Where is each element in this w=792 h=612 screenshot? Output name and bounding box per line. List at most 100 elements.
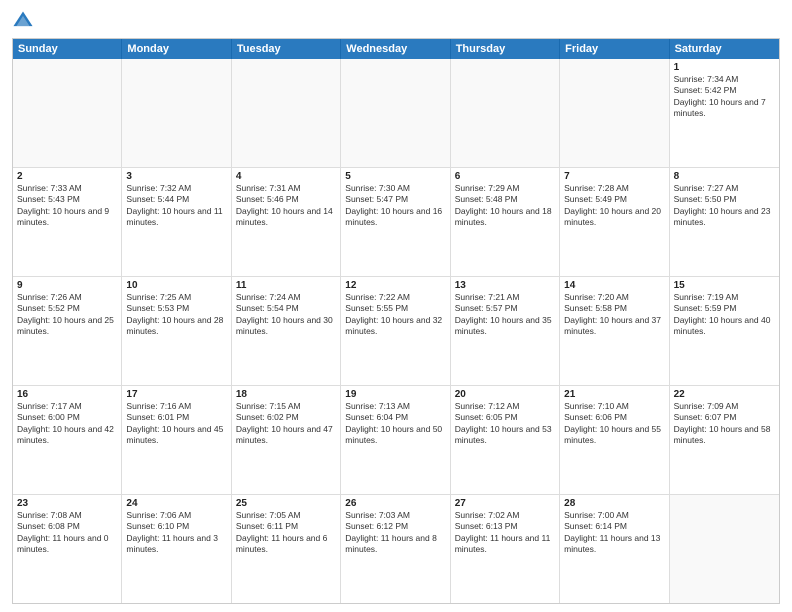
day-info: Sunrise: 7:19 AM Sunset: 5:59 PM Dayligh… (674, 292, 775, 338)
cal-cell (670, 495, 779, 603)
day-info: Sunrise: 7:27 AM Sunset: 5:50 PM Dayligh… (674, 183, 775, 229)
cal-cell: 3Sunrise: 7:32 AM Sunset: 5:44 PM Daylig… (122, 168, 231, 276)
day-number: 28 (564, 498, 664, 509)
day-info: Sunrise: 7:34 AM Sunset: 5:42 PM Dayligh… (674, 74, 775, 120)
page: SundayMondayTuesdayWednesdayThursdayFrid… (0, 0, 792, 612)
cal-cell: 11Sunrise: 7:24 AM Sunset: 5:54 PM Dayli… (232, 277, 341, 385)
day-info: Sunrise: 7:26 AM Sunset: 5:52 PM Dayligh… (17, 292, 117, 338)
calendar-header: SundayMondayTuesdayWednesdayThursdayFrid… (13, 39, 779, 59)
weekday-header-tuesday: Tuesday (232, 39, 341, 59)
cal-cell (451, 59, 560, 167)
cal-cell: 15Sunrise: 7:19 AM Sunset: 5:59 PM Dayli… (670, 277, 779, 385)
cal-cell (13, 59, 122, 167)
day-number: 7 (564, 171, 664, 182)
day-number: 17 (126, 389, 226, 400)
cal-cell: 27Sunrise: 7:02 AM Sunset: 6:13 PM Dayli… (451, 495, 560, 603)
day-info: Sunrise: 7:28 AM Sunset: 5:49 PM Dayligh… (564, 183, 664, 229)
logo (12, 10, 38, 32)
day-info: Sunrise: 7:29 AM Sunset: 5:48 PM Dayligh… (455, 183, 555, 229)
cal-row-3: 16Sunrise: 7:17 AM Sunset: 6:00 PM Dayli… (13, 386, 779, 495)
header (12, 10, 780, 32)
cal-cell: 8Sunrise: 7:27 AM Sunset: 5:50 PM Daylig… (670, 168, 779, 276)
day-number: 21 (564, 389, 664, 400)
day-number: 27 (455, 498, 555, 509)
day-info: Sunrise: 7:22 AM Sunset: 5:55 PM Dayligh… (345, 292, 445, 338)
cal-cell: 24Sunrise: 7:06 AM Sunset: 6:10 PM Dayli… (122, 495, 231, 603)
day-info: Sunrise: 7:16 AM Sunset: 6:01 PM Dayligh… (126, 401, 226, 447)
day-info: Sunrise: 7:25 AM Sunset: 5:53 PM Dayligh… (126, 292, 226, 338)
calendar: SundayMondayTuesdayWednesdayThursdayFrid… (12, 38, 780, 604)
cal-cell: 19Sunrise: 7:13 AM Sunset: 6:04 PM Dayli… (341, 386, 450, 494)
cal-cell: 5Sunrise: 7:30 AM Sunset: 5:47 PM Daylig… (341, 168, 450, 276)
day-number: 26 (345, 498, 445, 509)
cal-row-4: 23Sunrise: 7:08 AM Sunset: 6:08 PM Dayli… (13, 495, 779, 603)
cal-cell (560, 59, 669, 167)
weekday-header-saturday: Saturday (670, 39, 779, 59)
day-number: 23 (17, 498, 117, 509)
day-info: Sunrise: 7:12 AM Sunset: 6:05 PM Dayligh… (455, 401, 555, 447)
cal-cell: 23Sunrise: 7:08 AM Sunset: 6:08 PM Dayli… (13, 495, 122, 603)
cal-cell: 18Sunrise: 7:15 AM Sunset: 6:02 PM Dayli… (232, 386, 341, 494)
weekday-header-sunday: Sunday (13, 39, 122, 59)
day-number: 20 (455, 389, 555, 400)
cal-cell: 1Sunrise: 7:34 AM Sunset: 5:42 PM Daylig… (670, 59, 779, 167)
day-info: Sunrise: 7:09 AM Sunset: 6:07 PM Dayligh… (674, 401, 775, 447)
cal-cell (122, 59, 231, 167)
day-number: 25 (236, 498, 336, 509)
cal-cell: 26Sunrise: 7:03 AM Sunset: 6:12 PM Dayli… (341, 495, 450, 603)
cal-cell: 12Sunrise: 7:22 AM Sunset: 5:55 PM Dayli… (341, 277, 450, 385)
day-number: 16 (17, 389, 117, 400)
cal-cell: 10Sunrise: 7:25 AM Sunset: 5:53 PM Dayli… (122, 277, 231, 385)
day-number: 13 (455, 280, 555, 291)
cal-cell: 2Sunrise: 7:33 AM Sunset: 5:43 PM Daylig… (13, 168, 122, 276)
day-number: 24 (126, 498, 226, 509)
cal-cell: 25Sunrise: 7:05 AM Sunset: 6:11 PM Dayli… (232, 495, 341, 603)
cal-cell: 9Sunrise: 7:26 AM Sunset: 5:52 PM Daylig… (13, 277, 122, 385)
cal-cell: 20Sunrise: 7:12 AM Sunset: 6:05 PM Dayli… (451, 386, 560, 494)
day-info: Sunrise: 7:06 AM Sunset: 6:10 PM Dayligh… (126, 510, 226, 556)
day-info: Sunrise: 7:17 AM Sunset: 6:00 PM Dayligh… (17, 401, 117, 447)
cal-row-1: 2Sunrise: 7:33 AM Sunset: 5:43 PM Daylig… (13, 168, 779, 277)
day-info: Sunrise: 7:05 AM Sunset: 6:11 PM Dayligh… (236, 510, 336, 556)
day-info: Sunrise: 7:24 AM Sunset: 5:54 PM Dayligh… (236, 292, 336, 338)
day-number: 6 (455, 171, 555, 182)
cal-cell: 21Sunrise: 7:10 AM Sunset: 6:06 PM Dayli… (560, 386, 669, 494)
day-info: Sunrise: 7:21 AM Sunset: 5:57 PM Dayligh… (455, 292, 555, 338)
day-info: Sunrise: 7:08 AM Sunset: 6:08 PM Dayligh… (17, 510, 117, 556)
day-info: Sunrise: 7:32 AM Sunset: 5:44 PM Dayligh… (126, 183, 226, 229)
day-info: Sunrise: 7:10 AM Sunset: 6:06 PM Dayligh… (564, 401, 664, 447)
day-info: Sunrise: 7:00 AM Sunset: 6:14 PM Dayligh… (564, 510, 664, 556)
cal-cell: 7Sunrise: 7:28 AM Sunset: 5:49 PM Daylig… (560, 168, 669, 276)
weekday-header-monday: Monday (122, 39, 231, 59)
cal-cell: 14Sunrise: 7:20 AM Sunset: 5:58 PM Dayli… (560, 277, 669, 385)
day-info: Sunrise: 7:15 AM Sunset: 6:02 PM Dayligh… (236, 401, 336, 447)
day-info: Sunrise: 7:13 AM Sunset: 6:04 PM Dayligh… (345, 401, 445, 447)
weekday-header-friday: Friday (560, 39, 669, 59)
day-info: Sunrise: 7:02 AM Sunset: 6:13 PM Dayligh… (455, 510, 555, 556)
cal-cell: 22Sunrise: 7:09 AM Sunset: 6:07 PM Dayli… (670, 386, 779, 494)
day-number: 8 (674, 171, 775, 182)
cal-cell (232, 59, 341, 167)
day-info: Sunrise: 7:31 AM Sunset: 5:46 PM Dayligh… (236, 183, 336, 229)
day-number: 10 (126, 280, 226, 291)
day-number: 4 (236, 171, 336, 182)
weekday-header-thursday: Thursday (451, 39, 560, 59)
day-info: Sunrise: 7:03 AM Sunset: 6:12 PM Dayligh… (345, 510, 445, 556)
day-number: 3 (126, 171, 226, 182)
cal-row-0: 1Sunrise: 7:34 AM Sunset: 5:42 PM Daylig… (13, 59, 779, 168)
cal-cell: 13Sunrise: 7:21 AM Sunset: 5:57 PM Dayli… (451, 277, 560, 385)
day-number: 14 (564, 280, 664, 291)
cal-cell: 6Sunrise: 7:29 AM Sunset: 5:48 PM Daylig… (451, 168, 560, 276)
logo-icon (12, 10, 34, 32)
day-number: 11 (236, 280, 336, 291)
day-number: 5 (345, 171, 445, 182)
calendar-body: 1Sunrise: 7:34 AM Sunset: 5:42 PM Daylig… (13, 59, 779, 603)
weekday-header-wednesday: Wednesday (341, 39, 450, 59)
cal-cell: 16Sunrise: 7:17 AM Sunset: 6:00 PM Dayli… (13, 386, 122, 494)
cal-cell: 17Sunrise: 7:16 AM Sunset: 6:01 PM Dayli… (122, 386, 231, 494)
cal-row-2: 9Sunrise: 7:26 AM Sunset: 5:52 PM Daylig… (13, 277, 779, 386)
day-number: 19 (345, 389, 445, 400)
cal-cell: 4Sunrise: 7:31 AM Sunset: 5:46 PM Daylig… (232, 168, 341, 276)
day-number: 1 (674, 62, 775, 73)
day-number: 9 (17, 280, 117, 291)
